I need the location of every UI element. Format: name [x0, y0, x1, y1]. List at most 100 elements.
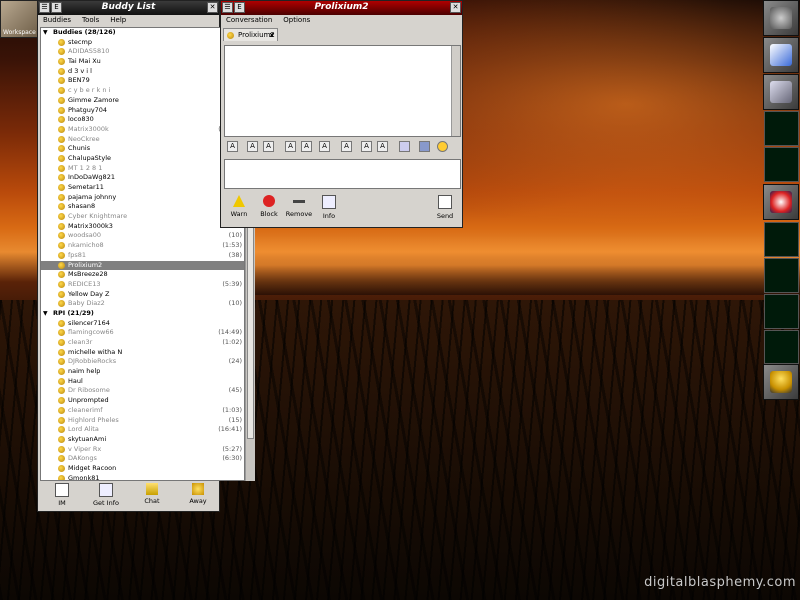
menu-buddies[interactable]: Buddies [43, 15, 71, 26]
dock-tile-3[interactable] [763, 74, 799, 110]
group-header[interactable]: ▼ RPI (21/29) [41, 309, 244, 319]
buddy-row[interactable]: ChalupaStyle [41, 154, 244, 164]
format-button[interactable]: A [285, 141, 296, 152]
expander-icon[interactable]: ▼ [43, 28, 48, 38]
buddy-row[interactable]: Haul [41, 377, 244, 387]
dock-tile-4[interactable] [763, 184, 799, 220]
conv-titlebar[interactable]: ☰ E Prolixium2 ✕ [221, 1, 462, 15]
tab-prolixium2[interactable]: Prolixium2 x [223, 28, 278, 41]
buddy-row[interactable]: loco830 [41, 115, 244, 125]
buddy-row[interactable]: NeoCkree(50) [41, 135, 244, 145]
info-button[interactable]: Info [311, 195, 347, 220]
image-icon[interactable] [399, 141, 410, 152]
buddy-row[interactable]: shasan8 [41, 202, 244, 212]
workspace-icon[interactable]: Workspace [0, 0, 38, 38]
buddy-name: InDoDaWg821 [68, 173, 115, 182]
buddy-row[interactable]: Matrix3000k3 [41, 222, 244, 232]
buddy-row[interactable]: skytuanAmi [41, 435, 244, 445]
buddy-row[interactable]: v Viper Rx (5:27) [41, 445, 244, 455]
buddy-row[interactable]: ADIDAS5810(26) [41, 47, 244, 57]
close-button[interactable]: ✕ [207, 2, 218, 13]
buddy-row[interactable]: Midget Racoon [41, 464, 244, 474]
buddy-row[interactable]: flamingcow66 (14:49) [41, 328, 244, 338]
link-icon[interactable] [419, 141, 430, 152]
send-button[interactable]: Send [427, 195, 463, 220]
buddy-row[interactable]: clean3r (1:02) [41, 338, 244, 348]
buddy-row[interactable]: MsBreeze28 [41, 270, 244, 280]
format-button[interactable]: A [377, 141, 388, 152]
buddy-row[interactable]: silencer7164 [41, 319, 244, 329]
buddy-row[interactable]: naim help [41, 367, 244, 377]
menu-tools[interactable]: Tools [82, 15, 99, 26]
group-header[interactable]: ▼ Buddies (28/126) [41, 28, 244, 38]
buddy-row[interactable]: Unprompted [41, 396, 244, 406]
buddy-row[interactable]: DAKongs (6:30) [41, 454, 244, 464]
buddy-row[interactable]: Semetar11 [41, 183, 244, 193]
buddy-row[interactable]: stecmp [41, 38, 244, 48]
history-scrollbar[interactable] [451, 46, 460, 136]
buddy-row[interactable]: Gmonk81 [41, 474, 244, 480]
menu-conversation[interactable]: Conversation [226, 15, 272, 26]
info-icon [99, 483, 113, 497]
buddy-name: Semetar11 [68, 183, 104, 191]
buddy-icon [58, 193, 65, 201]
tab-close-icon[interactable]: x [269, 29, 274, 41]
buddy-row[interactable]: MT 1 2 8 1(58) [41, 164, 244, 174]
buddy-icon [58, 377, 65, 385]
menu-options[interactable]: Options [283, 15, 310, 26]
conversation-history[interactable] [224, 45, 461, 137]
format-button[interactable]: A [247, 141, 258, 152]
buddy-row[interactable]: pajama johnny [41, 193, 244, 203]
buddy-row[interactable]: InDoDaWg821 [41, 173, 244, 183]
format-button[interactable]: A [319, 141, 330, 152]
dock-tile-2[interactable] [763, 37, 799, 73]
buddy-row[interactable]: Baby Diaz2 (10) [41, 299, 244, 309]
buddy-tree[interactable]: ▼ Buddies (28/126)stecmpADIDAS5810(26)Tai… [40, 27, 245, 481]
buddy-row[interactable]: Chunis [41, 144, 244, 154]
dock-tile-aim[interactable] [763, 364, 799, 400]
buddy-row[interactable]: REDICE13 (5:39) [41, 280, 244, 290]
buddy-list-window: ☰ E Buddy List ✕ Buddies Tools Help ▼ Buddi… [37, 0, 255, 512]
buddy-row[interactable]: DJRobbieRocks (24) [41, 357, 244, 367]
close-button[interactable]: ✕ [450, 2, 461, 13]
buddy-row[interactable]: michelle witha N [41, 348, 244, 358]
chat-label: Chat [144, 497, 160, 505]
buddy-name: shasan8 [68, 202, 96, 211]
buddy-icon [58, 203, 65, 211]
buddy-row[interactable]: BEN79 [41, 76, 244, 86]
get-info-button[interactable]: Get Info [86, 483, 126, 507]
buddy-row[interactable]: Highlord Pheles (15) [41, 416, 244, 426]
expander-icon[interactable]: ▼ [43, 309, 48, 319]
buddy-name: DJRobbieRocks [68, 357, 117, 366]
buddy-row[interactable]: Phatguy704 [41, 106, 244, 116]
buddy-row[interactable]: Cyber Knightmare(26) [41, 212, 244, 222]
format-button[interactable]: A [361, 141, 372, 152]
buddy-row[interactable]: Gimme Zamore [41, 96, 244, 106]
message-input[interactable] [224, 159, 461, 189]
send-label: Send [436, 212, 454, 220]
buddy-row[interactable]: Prolixium2 [41, 260, 244, 271]
chat-button[interactable]: Chat [132, 483, 172, 505]
menu-help[interactable]: Help [110, 15, 126, 26]
buddy-row[interactable]: woodsa00 (10) [41, 231, 244, 241]
buddy-row[interactable]: Lord Alita (16:41) [41, 425, 244, 435]
buddy-row[interactable]: Matrix3000k(20:45) [41, 125, 244, 135]
buddy-row[interactable]: Yellow Day Z [41, 290, 244, 300]
smiley-icon[interactable] [437, 141, 448, 152]
format-button[interactable]: A [301, 141, 312, 152]
buddy-row[interactable]: nkamicho8 (1:53) [41, 241, 244, 251]
im-button[interactable]: IM [42, 483, 82, 507]
format-button[interactable]: A [227, 141, 238, 152]
dock-tile-1[interactable] [763, 0, 799, 36]
buddy-row[interactable]: c y b e r k n i(15) [41, 86, 244, 96]
buddy-name: Cyber Knightmare [68, 212, 128, 221]
away-button[interactable]: Away [178, 483, 218, 505]
format-button[interactable]: A [341, 141, 352, 152]
buddy-row[interactable]: fps81 (38) [41, 251, 244, 261]
buddy-titlebar[interactable]: ☰ E Buddy List ✕ [38, 1, 219, 15]
buddy-row[interactable]: Tai Mai Xu [41, 57, 244, 67]
format-button[interactable]: A [263, 141, 274, 152]
buddy-row[interactable]: cleanerimf (1:03) [41, 406, 244, 416]
buddy-row[interactable]: Dr Ribosome (45) [41, 386, 244, 396]
buddy-row[interactable]: d 3 v i l [41, 67, 244, 77]
